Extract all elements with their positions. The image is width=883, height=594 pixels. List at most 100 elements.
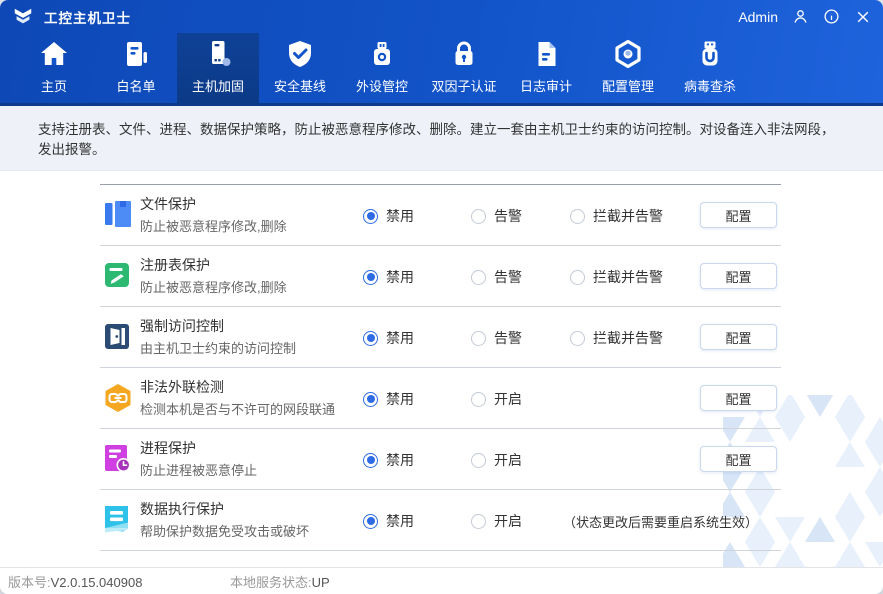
nav-tab-label: 双因子认证	[431, 76, 496, 95]
nav-tab-peripheral-control[interactable]: 外设管控	[341, 33, 423, 103]
radio-label: 开启	[494, 511, 522, 531]
radio-unselected[interactable]	[471, 209, 486, 224]
radio-selected[interactable]	[363, 209, 378, 224]
radio-selected[interactable]	[363, 453, 378, 468]
protection-title: 数据执行保护	[140, 499, 224, 519]
nav-tab-log-audit[interactable]: 日志审计	[505, 33, 587, 103]
close-icon[interactable]	[854, 8, 871, 25]
protection-row: 强制访问控制由主机卫士约束的访问控制禁用告警拦截并告警配置	[100, 307, 781, 368]
nav-tab-label: 主机加固	[192, 76, 244, 95]
virus-scan-icon	[695, 39, 725, 69]
main-content: 文件保护防止被恶意程序修改,删除禁用告警拦截并告警配置注册表保护防止被恶意程序修…	[0, 171, 883, 570]
nav-tab-host-hardening[interactable]: 主机加固	[177, 33, 259, 103]
nav-tab-label: 白名单	[116, 76, 155, 95]
radio-option[interactable]: 禁用	[363, 511, 414, 531]
titlebar-controls: Admin	[738, 8, 871, 25]
whitelist-icon	[121, 39, 151, 69]
nav-tab-label: 外设管控	[356, 76, 408, 95]
nav-tab-label: 配置管理	[602, 76, 654, 95]
protection-row: 文件保护防止被恶意程序修改,删除 禁用 告警 拦截并告警 配置	[100, 185, 781, 246]
radio-option[interactable]: 拦截并告警	[570, 267, 663, 287]
radio-label: 开启	[494, 450, 522, 470]
radio-label: 禁用	[386, 450, 414, 470]
radio-unselected[interactable]	[570, 331, 585, 346]
radio-selected[interactable]	[363, 270, 378, 285]
radio-label: 告警	[494, 267, 522, 287]
radio-selected[interactable]	[363, 331, 378, 346]
app-logo-icon	[12, 6, 34, 28]
user-icon[interactable]	[792, 8, 809, 25]
app-title: 工控主机卫士	[44, 7, 131, 27]
protection-subtitle: 防止被恶意程序修改,删除	[140, 216, 287, 235]
radio-option[interactable]: 禁用	[363, 206, 414, 226]
title-bar: 工控主机卫士 Admin	[0, 0, 883, 33]
radio-option[interactable]: 禁用	[363, 267, 414, 287]
protection-subtitle: 防止被恶意程序修改,删除	[140, 277, 287, 296]
radio-option[interactable]: 禁用	[363, 389, 414, 409]
nav-tab-virus-scan[interactable]: 病毒查杀	[669, 33, 751, 103]
app-window: 工控主机卫士 Admin	[0, 0, 883, 594]
radio-option[interactable]: 开启	[471, 511, 522, 531]
radio-label: 禁用	[386, 511, 414, 531]
protection-title: 注册表保护	[140, 255, 210, 275]
protection-row: 数据执行保护帮助保护数据免受攻击或破坏禁用开启（状态更改后需要重启系统生效）	[100, 490, 781, 551]
nav-tab-config-management[interactable]: 配置管理	[587, 33, 669, 103]
radio-selected[interactable]	[363, 392, 378, 407]
current-user[interactable]: Admin	[738, 9, 778, 25]
protection-title: 进程保护	[140, 438, 196, 458]
radio-label: 拦截并告警	[593, 206, 663, 226]
config-management-icon	[613, 39, 643, 69]
registry-protection-icon	[105, 262, 131, 290]
radio-option[interactable]: 禁用	[363, 328, 414, 348]
radio-option[interactable]: 告警	[471, 206, 522, 226]
config-button[interactable]: 配置	[700, 324, 777, 350]
access-control-icon	[105, 323, 131, 351]
radio-label: 拦截并告警	[593, 267, 663, 287]
protection-title: 文件保护	[140, 194, 196, 214]
service-status-text: 本地服务状态:UP	[230, 572, 330, 591]
protection-subtitle: 由主机卫士约束的访问控制	[140, 338, 296, 357]
radio-label: 禁用	[386, 389, 414, 409]
radio-unselected[interactable]	[570, 209, 585, 224]
radio-label: 禁用	[386, 328, 414, 348]
module-description: 支持注册表、文件、进程、数据保护策略，防止被恶意程序修改、删除。建立一套由主机卫…	[0, 106, 883, 171]
radio-option[interactable]: 告警	[471, 267, 522, 287]
radio-unselected[interactable]	[471, 331, 486, 346]
radio-unselected[interactable]	[471, 392, 486, 407]
nav-tab-security-baseline[interactable]: 安全基线	[259, 33, 341, 103]
config-button[interactable]: 配置	[700, 263, 777, 289]
radio-unselected[interactable]	[471, 270, 486, 285]
radio-label: 禁用	[386, 267, 414, 287]
nav-tab-label: 日志审计	[520, 76, 572, 95]
info-icon[interactable]	[823, 8, 840, 25]
radio-option[interactable]: 禁用	[363, 450, 414, 470]
two-factor-icon	[449, 39, 479, 69]
config-button[interactable]: 配置	[700, 446, 777, 472]
radio-option[interactable]: 告警	[471, 328, 522, 348]
radio-option[interactable]: 拦截并告警	[570, 206, 663, 226]
radio-label: 开启	[494, 389, 522, 409]
radio-unselected[interactable]	[471, 453, 486, 468]
nav-tab-whitelist[interactable]: 白名单	[95, 33, 177, 103]
protection-subtitle: 帮助保护数据免受攻击或破坏	[140, 521, 309, 540]
radio-selected[interactable]	[363, 514, 378, 529]
config-button[interactable]: 配置	[700, 202, 777, 228]
nav-tab-two-factor[interactable]: 双因子认证	[423, 33, 505, 103]
radio-unselected[interactable]	[471, 514, 486, 529]
header: 工控主机卫士 Admin	[0, 0, 883, 106]
radio-option[interactable]: 开启	[471, 389, 522, 409]
radio-unselected[interactable]	[570, 270, 585, 285]
home-icon	[39, 39, 69, 69]
nav-tab-label: 病毒查杀	[684, 76, 736, 95]
nav-tab-label: 安全基线	[274, 76, 326, 95]
radio-option[interactable]: 拦截并告警	[570, 328, 663, 348]
protection-subtitle: 检测本机是否与不许可的网段联通	[140, 399, 335, 418]
config-button[interactable]: 配置	[700, 385, 777, 411]
nav-tab-home[interactable]: 主页	[13, 33, 95, 103]
host-hardening-icon	[203, 39, 233, 69]
log-audit-icon	[531, 39, 561, 69]
nav-tab-label: 主页	[41, 76, 67, 95]
security-baseline-icon	[285, 39, 315, 69]
radio-option[interactable]: 开启	[471, 450, 522, 470]
status-bar: 版本号:V2.0.15.040908 本地服务状态:UP	[0, 567, 883, 594]
